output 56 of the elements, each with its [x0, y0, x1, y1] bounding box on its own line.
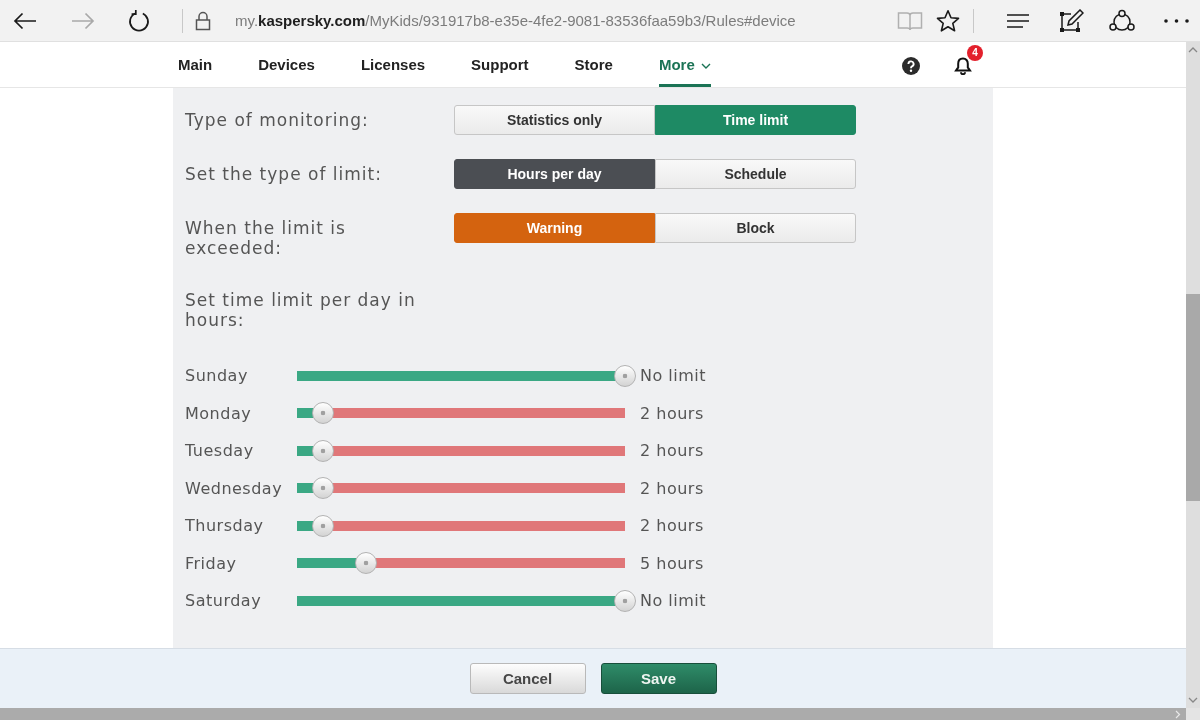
form-button[interactable]: Cancel [469, 663, 586, 694]
limit-reading: 2 hours [640, 441, 704, 461]
nav-tab[interactable]: Support [471, 42, 529, 87]
slider-handle[interactable] [312, 514, 335, 537]
chevron-down-icon[interactable] [1188, 697, 1198, 703]
limit-reading: 2 hours [640, 516, 704, 536]
form-button[interactable]: Save [600, 663, 717, 694]
day-label: Wednesday [185, 478, 284, 498]
limit-reading: 2 hours [640, 478, 704, 498]
address-field[interactable]: my.kaspersky.com/MyKids/931917b8-e35e-4fe2-9081-83536faa59b3/Rules#device [235, 12, 796, 29]
day-label: Friday [185, 553, 238, 573]
section-label: Set time limit per day in hours: [185, 289, 417, 330]
nav-tab[interactable]: Devices [258, 42, 315, 87]
day-label: Tuesday [185, 441, 255, 461]
chevron-right-icon[interactable] [1175, 709, 1181, 719]
lock-icon [195, 10, 211, 31]
share-icon[interactable] [1108, 8, 1136, 33]
slider-handle[interactable] [354, 552, 377, 575]
nav-tab[interactable]: Main [178, 42, 213, 87]
star-icon[interactable] [935, 8, 961, 33]
pen-note-icon[interactable] [1058, 8, 1084, 33]
slider-handle[interactable] [312, 402, 335, 425]
limit-reading: No limit [640, 366, 707, 386]
limit-reading: 5 hours [640, 553, 704, 573]
nav-tab[interactable]: Licenses [360, 42, 426, 87]
horizontal-scrollbar[interactable] [0, 708, 1186, 720]
chevron-up-icon[interactable] [1188, 47, 1198, 53]
scrollbar-thumb[interactable] [1186, 294, 1200, 501]
day-label: Thursday [185, 516, 265, 536]
help-icon[interactable] [902, 56, 920, 75]
day-label: Saturday [185, 591, 263, 611]
scrollbar-corner [1186, 708, 1200, 720]
day-label: Sunday [185, 366, 249, 386]
segment-button[interactable]: Schedule [655, 159, 856, 189]
segment-button[interactable]: Statistics only [454, 105, 655, 135]
nav-tab[interactable]: Store [574, 42, 613, 87]
day-label: Monday [185, 403, 253, 423]
notification-badge: 4 [967, 44, 983, 61]
more-dots-icon[interactable] [1163, 17, 1190, 24]
setting-label: Set the type of limit: [185, 163, 383, 184]
slider-handle[interactable] [614, 364, 636, 387]
segment-button[interactable]: Warning [454, 213, 655, 243]
vertical-scrollbar[interactable] [1186, 42, 1200, 708]
bell-icon[interactable] [954, 56, 972, 75]
limit-reading: No limit [640, 591, 707, 611]
limit-reading: 2 hours [640, 403, 704, 423]
chevron-down-icon [700, 63, 711, 69]
setting-label: When the limit is exceeded: [185, 217, 347, 258]
refresh-icon[interactable] [127, 8, 151, 33]
slider-handle[interactable] [312, 477, 335, 500]
segment-button[interactable]: Time limit [655, 105, 856, 135]
segment-button[interactable]: Block [655, 213, 856, 243]
slider-handle[interactable] [312, 439, 335, 462]
segment-button[interactable]: Hours per day [454, 159, 655, 189]
slider-handle[interactable] [614, 589, 636, 612]
setting-label: Type of monitoring: [185, 109, 370, 130]
